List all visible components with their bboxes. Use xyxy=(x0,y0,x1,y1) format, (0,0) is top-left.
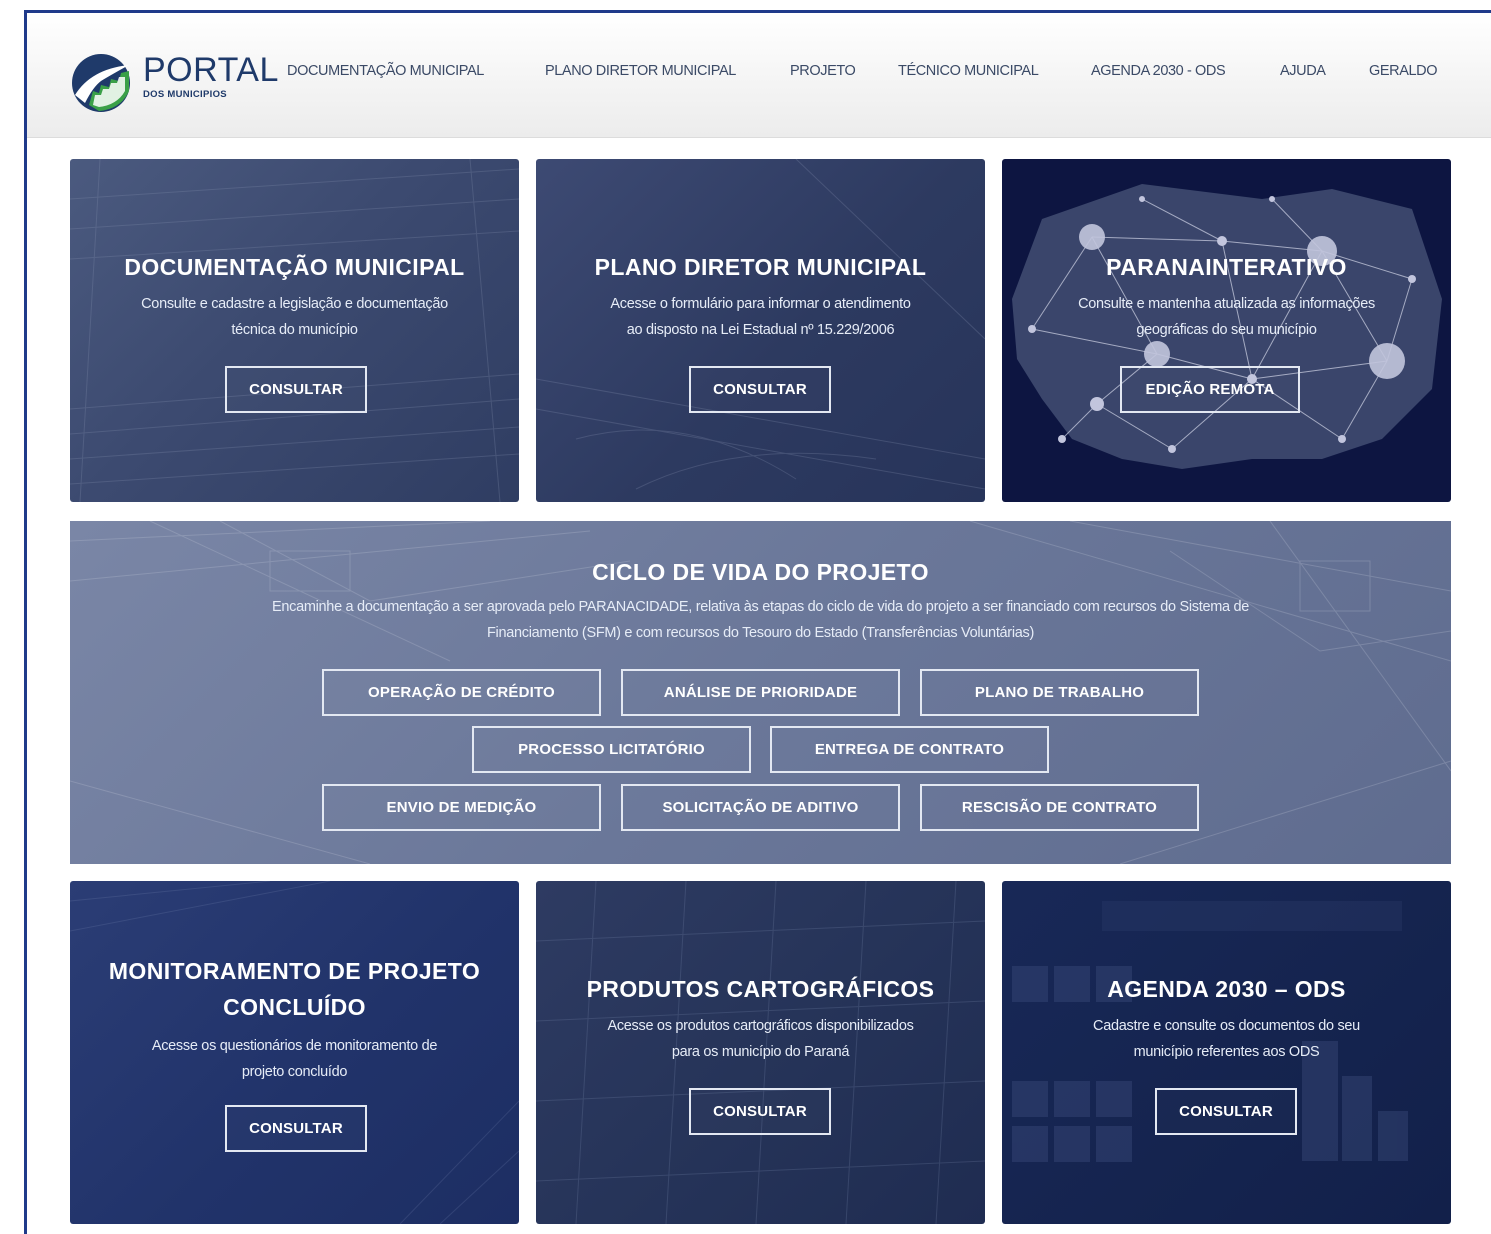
card-description-line1: Consulte e cadastre a legislação e docum… xyxy=(141,296,448,312)
consultar-button[interactable]: CONSULTAR xyxy=(1155,1088,1297,1135)
nav-item-agenda-2030[interactable]: AGENDA 2030 - ODS xyxy=(1091,63,1226,79)
card-title: PRODUTOS CARTOGRÁFICOS xyxy=(586,976,935,1002)
card-description-line1: Encaminhe a documentação a ser aprovada … xyxy=(271,599,1250,615)
card-ciclo-de-vida-do-projeto: CICLO DE VIDA DO PROJETO Encaminhe a doc… xyxy=(70,521,1451,864)
nav-item-plano-diretor-municipal[interactable]: PLANO DIRETOR MUNICIPAL xyxy=(545,63,736,79)
processo-licitatorio-button[interactable]: PROCESSO LICITATÓRIO xyxy=(472,726,751,773)
consultar-button[interactable]: CONSULTAR xyxy=(689,366,831,413)
card-description-line1: Cadastre e consulte os documentos do seu xyxy=(1093,1018,1360,1034)
card-paranainterativo: PARANAINTERATIVO Consulte e mantenha atu… xyxy=(1002,159,1451,502)
operacao-de-credito-button[interactable]: OPERAÇÃO DE CRÉDITO xyxy=(322,669,601,716)
envio-de-medicao-button[interactable]: ENVIO DE MEDIÇÃO xyxy=(322,784,601,831)
card-title: PLANO DIRETOR MUNICIPAL xyxy=(594,254,927,280)
consultar-button[interactable]: CONSULTAR xyxy=(225,366,367,413)
nav-item-ajuda[interactable]: AJUDA xyxy=(1280,63,1326,79)
logo-title: PORTAL xyxy=(143,51,279,89)
nav-item-projeto[interactable]: PROJETO xyxy=(790,63,856,79)
card-description-line1: Acesse o formulário para informar o aten… xyxy=(610,296,911,312)
card-title: DOCUMENTAÇÃO MUNICIPAL xyxy=(124,254,465,280)
portal-logo-icon xyxy=(72,54,130,112)
card-monitoramento-de-projeto-concluido: MONITORAMENTO DE PROJETO CONCLUÍDO Acess… xyxy=(70,881,519,1224)
card-agenda-2030-ods: AGENDA 2030 – ODS Cadastre e consulte os… xyxy=(1002,881,1451,1224)
edicao-remota-button[interactable]: EDIÇÃO REMOTA xyxy=(1120,366,1300,413)
card-description-line2: Financiamento (SFM) e com recursos do Te… xyxy=(487,625,1034,641)
window-border-left xyxy=(24,10,27,1234)
card-documentacao-municipal: DOCUMENTAÇÃO MUNICIPAL Consulte e cadast… xyxy=(70,159,519,502)
analise-de-prioridade-button[interactable]: ANÁLISE DE PRIORIDADE xyxy=(621,669,900,716)
card-description-line2: técnica do município xyxy=(231,322,358,338)
portal-logo[interactable]: PORTAL DOS MUNICIPIOS xyxy=(71,51,278,115)
nav-item-tecnico-municipal[interactable]: TÉCNICO MUNICIPAL xyxy=(898,63,1039,79)
nav-item-user-geraldo[interactable]: GERALDO xyxy=(1369,63,1438,79)
logo-subtitle: DOS MUNICIPIOS xyxy=(143,89,227,100)
card-description-line1: Acesse os questionários de monitoramento… xyxy=(151,1038,438,1054)
card-description-line2: município referentes aos ODS xyxy=(1133,1044,1320,1060)
entrega-de-contrato-button[interactable]: ENTREGA DE CONTRATO xyxy=(770,726,1049,773)
card-description-line1: Acesse os produtos cartográficos disponi… xyxy=(607,1018,914,1034)
card-description-line2: ao disposto na Lei Estadual nº 15.229/20… xyxy=(626,322,895,338)
solicitacao-de-aditivo-button[interactable]: SOLICITAÇÃO DE ADITIVO xyxy=(621,784,900,831)
nav-item-documentacao-municipal[interactable]: DOCUMENTAÇÃO MUNICIPAL xyxy=(287,63,484,79)
card-title: PARANAINTERATIVO xyxy=(1106,254,1347,280)
card-description-line2: projeto concluído xyxy=(241,1064,348,1080)
consultar-button[interactable]: CONSULTAR xyxy=(689,1088,831,1135)
consultar-button[interactable]: CONSULTAR xyxy=(225,1105,367,1152)
card-title: AGENDA 2030 – ODS xyxy=(1107,976,1346,1002)
plano-de-trabalho-button[interactable]: PLANO DE TRABALHO xyxy=(920,669,1199,716)
card-description-line1: Consulte e mantenha atualizada as inform… xyxy=(1078,296,1375,312)
card-plano-diretor-municipal: PLANO DIRETOR MUNICIPAL Acesse o formulá… xyxy=(536,159,985,502)
card-title-line1: MONITORAMENTO DE PROJETO xyxy=(108,958,481,984)
rescisao-de-contrato-button[interactable]: RESCISÃO DE CONTRATO xyxy=(920,784,1199,831)
top-navbar: PORTAL DOS MUNICIPIOS DOCUMENTAÇÃO MUNIC… xyxy=(27,13,1491,138)
card-description-line2: para os município do Paraná xyxy=(671,1044,850,1060)
card-title: CICLO DE VIDA DO PROJETO xyxy=(592,559,929,585)
card-description-line2: geográficas do seu município xyxy=(1136,322,1317,338)
card-title-line2: CONCLUÍDO xyxy=(223,994,366,1020)
card-produtos-cartograficos: PRODUTOS CARTOGRÁFICOS Acesse os produto… xyxy=(536,881,985,1224)
